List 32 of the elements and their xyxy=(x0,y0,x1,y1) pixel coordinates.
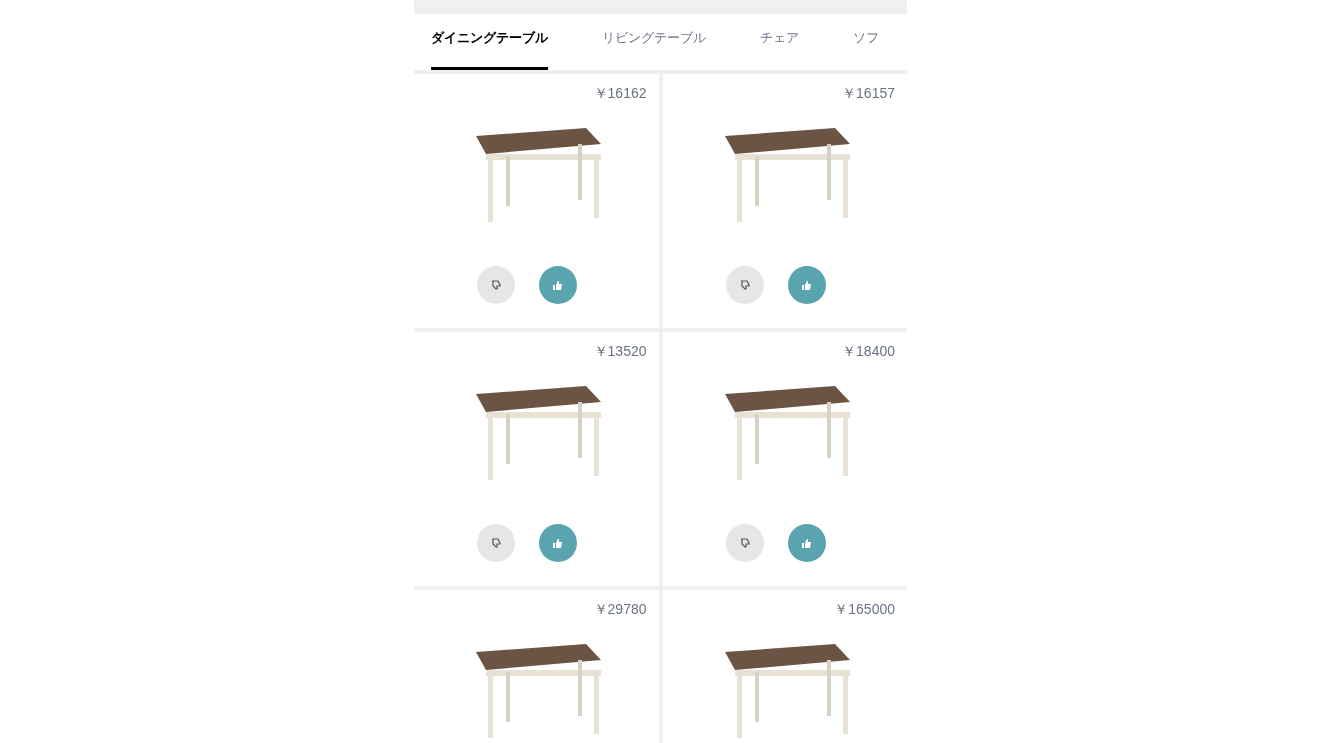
thumbs-up-icon xyxy=(800,537,813,549)
like-button[interactable] xyxy=(539,524,578,562)
thumbs-down-icon xyxy=(738,279,751,291)
like-button[interactable] xyxy=(539,266,578,304)
dislike-button[interactable] xyxy=(725,266,764,304)
product-card[interactable]: ￥16157 xyxy=(662,74,907,328)
thumbs-down-icon xyxy=(738,537,751,549)
price: ￥16162 xyxy=(593,86,647,100)
product-card[interactable]: ￥29780 xyxy=(414,590,659,743)
dislike-button[interactable] xyxy=(477,524,516,562)
price: ￥165000 xyxy=(834,602,895,616)
product-card[interactable]: ￥16162 xyxy=(414,74,659,328)
category-tab[interactable]: ソフ xyxy=(853,27,879,70)
product-card[interactable]: ￥165000 xyxy=(662,590,907,743)
dislike-button[interactable] xyxy=(725,524,764,562)
thumbs-up-icon xyxy=(552,279,565,291)
thumbs-down-icon xyxy=(490,279,503,291)
price: ￥16157 xyxy=(842,86,895,100)
thumbs-up-icon xyxy=(800,279,813,291)
category-tab[interactable]: ダイニングテーブル xyxy=(431,27,548,70)
thumbs-down-icon xyxy=(490,537,503,549)
price: ￥13520 xyxy=(593,344,647,358)
like-button[interactable] xyxy=(787,266,826,304)
like-button[interactable] xyxy=(787,524,826,562)
price: ￥18400 xyxy=(842,344,895,358)
category-tab[interactable]: リビングテーブル xyxy=(602,27,706,70)
product-card[interactable]: ￥18400 xyxy=(662,332,907,586)
category-tab[interactable]: チェア xyxy=(760,27,799,70)
product-card[interactable]: ￥13520 xyxy=(414,332,659,586)
price: ￥29780 xyxy=(593,602,647,616)
thumbs-up-icon xyxy=(552,537,565,549)
dislike-button[interactable] xyxy=(477,266,516,304)
